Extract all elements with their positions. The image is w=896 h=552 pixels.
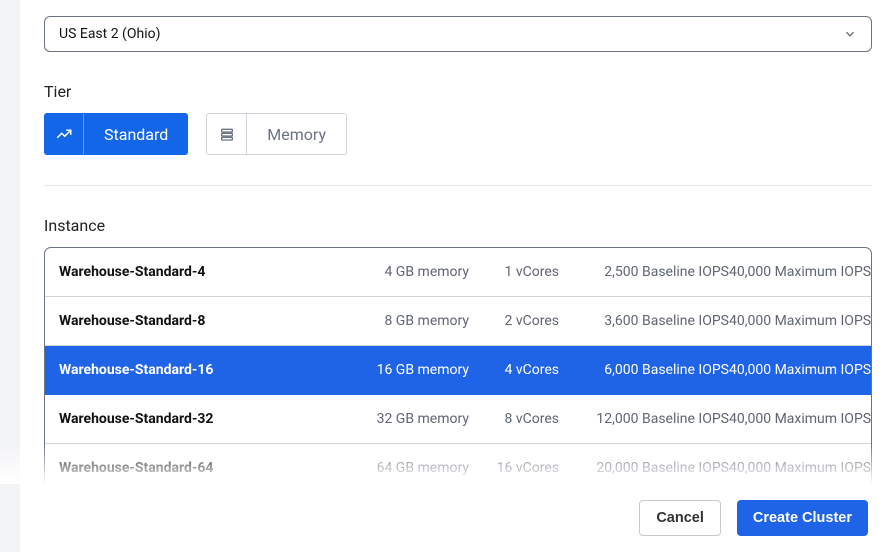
instance-name: Warehouse-Standard-8 xyxy=(59,313,339,329)
region-value: US East 2 (Ohio) xyxy=(59,26,160,42)
instance-cores: 2 vCores xyxy=(469,313,559,329)
instance-name: Warehouse-Standard-32 xyxy=(59,411,339,427)
stack-icon xyxy=(207,114,247,154)
instance-baseline-iops: 12,000 Baseline IOPS xyxy=(559,411,729,427)
instance-memory: 32 GB memory xyxy=(339,411,469,427)
region-dropdown[interactable]: US East 2 (Ohio) xyxy=(44,16,872,52)
instance-memory: 8 GB memory xyxy=(339,313,469,329)
instance-name: Warehouse-Standard-64 xyxy=(59,460,339,476)
instance-name: Warehouse-Standard-16 xyxy=(59,362,339,378)
instance-memory: 4 GB memory xyxy=(339,264,469,280)
tier-standard-label: Standard xyxy=(84,113,188,155)
instance-baseline-iops: 2,500 Baseline IOPS xyxy=(559,264,729,280)
instance-memory: 64 GB memory xyxy=(339,460,469,476)
tier-memory-button[interactable]: Memory xyxy=(206,113,347,155)
instance-name: Warehouse-Standard-4 xyxy=(59,264,339,280)
tier-selector: Standard Memory xyxy=(44,113,872,155)
cancel-button[interactable]: Cancel xyxy=(639,500,721,536)
instance-max-iops: 40,000 Maximum IOPS xyxy=(729,460,871,476)
create-cluster-button[interactable]: Create Cluster xyxy=(737,500,868,536)
instance-cores: 16 vCores xyxy=(469,460,559,476)
instance-max-iops: 40,000 Maximum IOPS xyxy=(729,362,871,378)
instance-baseline-iops: 20,000 Baseline IOPS xyxy=(559,460,729,476)
instance-label: Instance xyxy=(44,216,872,235)
tier-label: Tier xyxy=(44,82,872,101)
instance-max-iops: 40,000 Maximum IOPS xyxy=(729,264,871,280)
trend-icon xyxy=(44,113,84,155)
chevron-down-icon xyxy=(843,27,857,41)
instance-max-iops: 40,000 Maximum IOPS xyxy=(729,313,871,329)
tier-memory-label: Memory xyxy=(247,114,346,154)
instance-row[interactable]: Warehouse-Standard-8 8 GB memory 2 vCore… xyxy=(45,297,871,346)
instance-cores: 8 vCores xyxy=(469,411,559,427)
instance-cores: 4 vCores xyxy=(469,362,559,378)
footer-bar: Cancel Create Cluster xyxy=(20,484,896,552)
instance-max-iops: 40,000 Maximum IOPS xyxy=(729,411,871,427)
instance-row[interactable]: Warehouse-Standard-32 32 GB memory 8 vCo… xyxy=(45,395,871,444)
instance-cores: 1 vCores xyxy=(469,264,559,280)
divider xyxy=(44,185,872,186)
instance-table: Warehouse-Standard-4 4 GB memory 1 vCore… xyxy=(44,247,872,494)
instance-baseline-iops: 6,000 Baseline IOPS xyxy=(559,362,729,378)
instance-row[interactable]: Warehouse-Standard-16 16 GB memory 4 vCo… xyxy=(45,346,871,395)
instance-memory: 16 GB memory xyxy=(339,362,469,378)
instance-row[interactable]: Warehouse-Standard-4 4 GB memory 1 vCore… xyxy=(45,248,871,297)
tier-standard-button[interactable]: Standard xyxy=(44,113,188,155)
instance-baseline-iops: 3,600 Baseline IOPS xyxy=(559,313,729,329)
config-panel: US East 2 (Ohio) Tier Standard Memory In… xyxy=(20,0,896,552)
